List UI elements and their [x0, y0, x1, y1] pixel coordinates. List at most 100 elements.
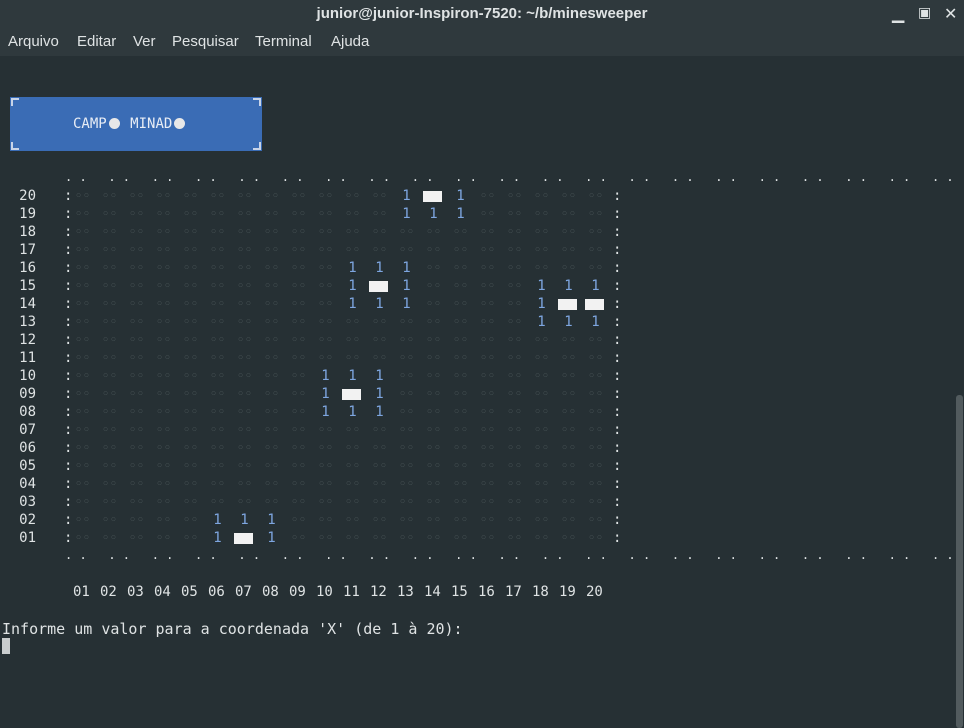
hidden-cell[interactable]: ◦◦: [204, 243, 231, 258]
hidden-cell[interactable]: ◦◦: [339, 441, 366, 456]
hidden-cell[interactable]: ◦◦: [501, 207, 528, 222]
hidden-cell[interactable]: ◦◦: [150, 477, 177, 492]
hidden-cell[interactable]: ◦◦: [339, 207, 366, 222]
hidden-cell[interactable]: ◦◦: [501, 459, 528, 474]
mine-cell[interactable]: [342, 389, 361, 400]
number-cell[interactable]: 1: [366, 368, 393, 384]
minimize-icon[interactable]: ▁: [892, 4, 904, 23]
hidden-cell[interactable]: ◦◦: [285, 207, 312, 222]
menu-arquivo[interactable]: Arquivo: [8, 33, 59, 50]
hidden-cell[interactable]: ◦◦: [312, 495, 339, 510]
hidden-cell[interactable]: ◦◦: [420, 477, 447, 492]
hidden-cell[interactable]: ◦◦: [123, 351, 150, 366]
hidden-cell[interactable]: ◦◦: [231, 315, 258, 330]
hidden-cell[interactable]: ◦◦: [96, 225, 123, 240]
hidden-cell[interactable]: ◦◦: [231, 441, 258, 456]
hidden-cell[interactable]: ◦◦: [150, 279, 177, 294]
hidden-cell[interactable]: ◦◦: [312, 279, 339, 294]
hidden-cell[interactable]: ◦◦: [69, 207, 96, 222]
hidden-cell[interactable]: ◦◦: [69, 369, 96, 384]
hidden-cell[interactable]: ◦◦: [312, 531, 339, 546]
hidden-cell[interactable]: ◦◦: [555, 405, 582, 420]
hidden-cell[interactable]: ◦◦: [420, 531, 447, 546]
hidden-cell[interactable]: ◦◦: [312, 297, 339, 312]
hidden-cell[interactable]: ◦◦: [150, 261, 177, 276]
hidden-cell[interactable]: ◦◦: [123, 513, 150, 528]
hidden-cell[interactable]: ◦◦: [96, 495, 123, 510]
hidden-cell[interactable]: ◦◦: [366, 225, 393, 240]
hidden-cell[interactable]: ◦◦: [150, 351, 177, 366]
hidden-cell[interactable]: ◦◦: [582, 189, 609, 204]
hidden-cell[interactable]: ◦◦: [258, 459, 285, 474]
hidden-cell[interactable]: ◦◦: [96, 405, 123, 420]
hidden-cell[interactable]: ◦◦: [447, 405, 474, 420]
hidden-cell[interactable]: ◦◦: [96, 207, 123, 222]
hidden-cell[interactable]: ◦◦: [177, 261, 204, 276]
hidden-cell[interactable]: ◦◦: [312, 477, 339, 492]
number-cell[interactable]: 1: [366, 386, 393, 402]
hidden-cell[interactable]: ◦◦: [204, 423, 231, 438]
hidden-cell[interactable]: ◦◦: [501, 189, 528, 204]
hidden-cell[interactable]: ◦◦: [447, 495, 474, 510]
hidden-cell[interactable]: ◦◦: [312, 207, 339, 222]
hidden-cell[interactable]: ◦◦: [150, 297, 177, 312]
hidden-cell[interactable]: ◦◦: [96, 279, 123, 294]
hidden-cell[interactable]: ◦◦: [285, 441, 312, 456]
hidden-cell[interactable]: ◦◦: [474, 225, 501, 240]
hidden-cell[interactable]: ◦◦: [555, 477, 582, 492]
hidden-cell[interactable]: ◦◦: [258, 441, 285, 456]
hidden-cell[interactable]: ◦◦: [447, 315, 474, 330]
hidden-cell[interactable]: ◦◦: [447, 423, 474, 438]
hidden-cell[interactable]: ◦◦: [231, 405, 258, 420]
hidden-cell[interactable]: ◦◦: [393, 423, 420, 438]
hidden-cell[interactable]: ◦◦: [366, 207, 393, 222]
hidden-cell[interactable]: ◦◦: [501, 333, 528, 348]
hidden-cell[interactable]: ◦◦: [258, 333, 285, 348]
number-cell[interactable]: 1: [258, 530, 285, 546]
hidden-cell[interactable]: ◦◦: [231, 459, 258, 474]
hidden-cell[interactable]: ◦◦: [285, 477, 312, 492]
hidden-cell[interactable]: ◦◦: [393, 225, 420, 240]
number-cell[interactable]: 1: [204, 530, 231, 546]
hidden-cell[interactable]: ◦◦: [69, 423, 96, 438]
hidden-cell[interactable]: ◦◦: [123, 459, 150, 474]
hidden-cell[interactable]: ◦◦: [420, 315, 447, 330]
hidden-cell[interactable]: ◦◦: [447, 441, 474, 456]
number-cell[interactable]: 1: [393, 188, 420, 204]
hidden-cell[interactable]: ◦◦: [231, 477, 258, 492]
hidden-cell[interactable]: ◦◦: [96, 477, 123, 492]
hidden-cell[interactable]: ◦◦: [366, 243, 393, 258]
hidden-cell[interactable]: ◦◦: [69, 189, 96, 204]
hidden-cell[interactable]: ◦◦: [447, 261, 474, 276]
hidden-cell[interactable]: ◦◦: [177, 225, 204, 240]
hidden-cell[interactable]: ◦◦: [312, 243, 339, 258]
hidden-cell[interactable]: ◦◦: [69, 531, 96, 546]
hidden-cell[interactable]: ◦◦: [96, 243, 123, 258]
hidden-cell[interactable]: ◦◦: [474, 315, 501, 330]
number-cell[interactable]: 1: [366, 296, 393, 312]
hidden-cell[interactable]: ◦◦: [285, 459, 312, 474]
number-cell[interactable]: 1: [312, 386, 339, 402]
hidden-cell[interactable]: ◦◦: [528, 207, 555, 222]
hidden-cell[interactable]: ◦◦: [258, 423, 285, 438]
hidden-cell[interactable]: ◦◦: [231, 261, 258, 276]
hidden-cell[interactable]: ◦◦: [555, 225, 582, 240]
hidden-cell[interactable]: ◦◦: [447, 369, 474, 384]
hidden-cell[interactable]: ◦◦: [150, 207, 177, 222]
hidden-cell[interactable]: ◦◦: [420, 351, 447, 366]
hidden-cell[interactable]: ◦◦: [474, 333, 501, 348]
hidden-cell[interactable]: ◦◦: [258, 477, 285, 492]
hidden-cell[interactable]: ◦◦: [474, 495, 501, 510]
hidden-cell[interactable]: ◦◦: [204, 387, 231, 402]
hidden-cell[interactable]: ◦◦: [69, 333, 96, 348]
hidden-cell[interactable]: ◦◦: [258, 243, 285, 258]
hidden-cell[interactable]: ◦◦: [582, 333, 609, 348]
hidden-cell[interactable]: ◦◦: [285, 243, 312, 258]
hidden-cell[interactable]: ◦◦: [339, 477, 366, 492]
hidden-cell[interactable]: ◦◦: [474, 243, 501, 258]
hidden-cell[interactable]: ◦◦: [258, 405, 285, 420]
hidden-cell[interactable]: ◦◦: [582, 243, 609, 258]
hidden-cell[interactable]: ◦◦: [177, 495, 204, 510]
number-cell[interactable]: 1: [204, 512, 231, 528]
hidden-cell[interactable]: ◦◦: [474, 261, 501, 276]
